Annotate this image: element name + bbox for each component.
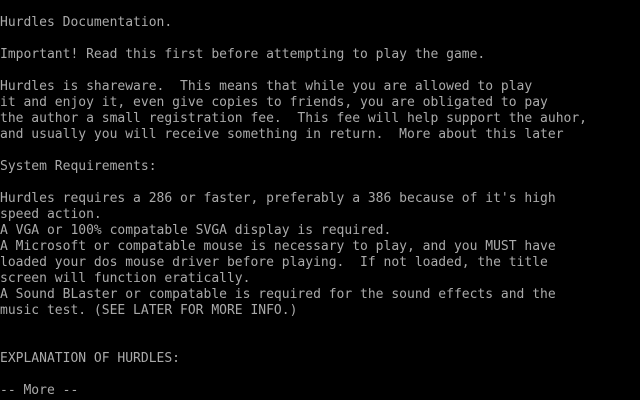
explanation-heading: EXPLANATION OF HURDLES: xyxy=(0,351,181,366)
requirements-line-5: loaded your dos mouse driver before play… xyxy=(0,255,548,270)
more-prompt[interactable]: -- More -- xyxy=(0,383,78,399)
shareware-line-1: Hurdles is shareware. This means that wh… xyxy=(0,79,533,94)
important-notice: Important! Read this first before attemp… xyxy=(0,47,486,62)
shareware-line-2: it and enjoy it, even give copies to fri… xyxy=(0,95,548,110)
requirements-line-8: music test. (SEE LATER FOR MORE INFO.) xyxy=(0,303,298,318)
document-title: Hurdles Documentation. xyxy=(0,15,173,30)
requirements-line-1: Hurdles requires a 286 or faster, prefer… xyxy=(0,191,556,206)
shareware-line-4: and usually you will receive something i… xyxy=(0,127,564,142)
dos-text-screen: Hurdles Documentation. Important! Read t… xyxy=(0,0,640,400)
requirements-line-6: screen will function eratically. xyxy=(0,271,251,286)
requirements-line-7: A Sound BLaster or compatable is require… xyxy=(0,287,556,302)
shareware-line-3: the author a small registration fee. Thi… xyxy=(0,111,587,126)
requirements-line-2: speed action. xyxy=(0,207,102,222)
requirements-line-4: A Microsoft or compatable mouse is neces… xyxy=(0,239,556,254)
requirements-line-3: A VGA or 100% compatable SVGA display is… xyxy=(0,223,392,238)
requirements-heading: System Requirements: xyxy=(0,159,157,174)
